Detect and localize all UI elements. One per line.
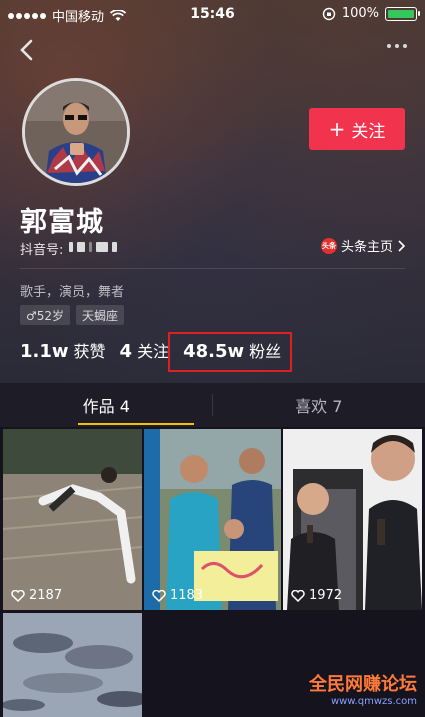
- tab-likes[interactable]: 喜欢 7: [213, 383, 425, 427]
- video-thumbnail-image: [3, 429, 142, 610]
- toutiao-homepage-link[interactable]: 头条 头条主页: [320, 236, 405, 255]
- status-bar: 中国移动 15:46 100%: [0, 0, 425, 28]
- video-thumbnail-image: [144, 429, 281, 610]
- profile-screen: 中国移动 15:46 100% + 关注 郭富城 抖音号: 头条 头条主页 歌手…: [0, 0, 425, 717]
- profile-bio: 歌手，演员，舞者: [20, 285, 125, 300]
- status-right: 100%: [322, 6, 420, 21]
- video-likes-count: 1972: [309, 588, 343, 603]
- video-thumbnail[interactable]: 2187: [3, 429, 142, 610]
- heart-icon: [291, 589, 305, 602]
- fans-highlight-box: [168, 332, 292, 372]
- video-likes: 1972: [291, 588, 342, 603]
- profile-name: 郭富城: [20, 207, 104, 238]
- profile-header-background: [0, 0, 425, 383]
- douyin-id: 抖音号:: [20, 239, 121, 258]
- toutiao-icon: 头条: [320, 237, 337, 254]
- avatar[interactable]: [22, 78, 130, 186]
- video-likes-count: 1183: [170, 588, 204, 603]
- likes-label: 获赞: [73, 342, 106, 361]
- heart-icon: [152, 589, 166, 602]
- profile-tags: ♂52岁 天蝎座: [20, 305, 125, 325]
- watermark-title: 全民网赚论坛: [309, 674, 417, 695]
- douyin-id-label: 抖音号:: [20, 243, 64, 258]
- video-thumbnail-image: [283, 429, 422, 610]
- active-tab-indicator: [78, 423, 194, 425]
- orientation-lock-icon: [322, 7, 336, 20]
- following-label: 关注: [137, 342, 170, 361]
- video-likes: 1183: [152, 588, 203, 603]
- plus-icon: +: [328, 117, 346, 141]
- chevron-right-icon: [398, 239, 405, 252]
- follow-button[interactable]: + 关注: [309, 108, 405, 150]
- video-thumbnail[interactable]: [3, 613, 142, 717]
- likes-stat: 1.1w 获赞: [20, 338, 106, 362]
- likes-count: 1.1w: [20, 341, 69, 362]
- following-stat[interactable]: 4 关注: [120, 338, 170, 362]
- more-options-icon[interactable]: [387, 44, 407, 48]
- battery-percent: 100%: [341, 6, 379, 21]
- video-thumbnail[interactable]: 1183: [144, 429, 281, 610]
- divider: [20, 268, 405, 269]
- video-likes: 2187: [11, 588, 62, 603]
- battery-icon: [385, 6, 420, 21]
- watermark-url: www.qmwzs.com: [330, 696, 417, 707]
- video-thumbnail-image: [3, 613, 142, 717]
- follow-button-label: 关注: [351, 121, 386, 142]
- avatar-photo: [25, 81, 127, 183]
- back-icon[interactable]: [12, 36, 42, 64]
- toutiao-link-label: 头条主页: [340, 240, 393, 255]
- following-count: 4: [119, 341, 133, 362]
- tab-works[interactable]: 作品 4: [0, 383, 213, 427]
- age-tag: ♂52岁: [20, 305, 71, 325]
- video-likes-count: 2187: [29, 588, 63, 603]
- heart-icon: [11, 589, 25, 602]
- zodiac-tag: 天蝎座: [76, 305, 125, 325]
- douyin-id-value-redacted: [69, 241, 121, 256]
- forum-watermark: 全民网赚论坛 www.qmwzs.com: [309, 670, 417, 707]
- video-thumbnail[interactable]: 1972: [283, 429, 422, 610]
- tab-separator: [212, 394, 213, 416]
